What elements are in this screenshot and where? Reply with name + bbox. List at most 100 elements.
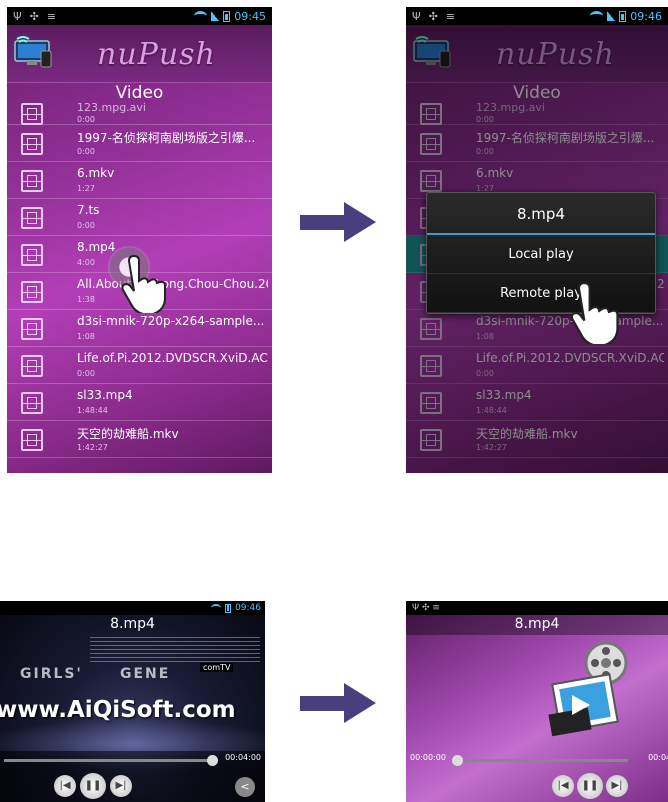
video-stage-text: GENE bbox=[120, 666, 171, 682]
wifi-icon bbox=[194, 11, 208, 21]
status-bar: 09:46 bbox=[0, 601, 265, 615]
film-icon bbox=[21, 392, 43, 414]
player-controls: |◀ ❚❚ ▶| bbox=[406, 769, 668, 802]
video-name: 7.ts bbox=[77, 203, 100, 217]
status-time: 09:46 bbox=[235, 603, 261, 613]
local-play-option[interactable]: Local play bbox=[427, 235, 655, 274]
status-time: 09:45 bbox=[234, 9, 266, 23]
video-name: 1997-名侦探柯南剧场版之引爆... bbox=[77, 131, 256, 145]
video-name: sl33.mp4 bbox=[77, 388, 133, 402]
status-icons-left: Ψ ✣ ≡ bbox=[412, 603, 440, 613]
battery-icon bbox=[223, 10, 231, 22]
film-icon bbox=[21, 133, 43, 155]
screen-remote-player: Ψ ✣ ≡ 8.mp4 00:00:00 00:04:00 |◀ ❚❚ ▶| bbox=[406, 601, 668, 802]
video-duration: 0:00 bbox=[77, 221, 95, 230]
film-icon bbox=[21, 244, 43, 266]
film-icon bbox=[21, 429, 43, 451]
film-icon bbox=[21, 318, 43, 340]
list-item[interactable]: sl33.mp4 1:48:44 bbox=[7, 384, 272, 421]
signal-icon bbox=[211, 11, 220, 21]
app-logo-text: nuPush bbox=[97, 37, 216, 72]
notification-icon: ≡ bbox=[46, 9, 57, 23]
film-icon bbox=[21, 207, 43, 229]
share-icon[interactable]: < bbox=[235, 777, 255, 797]
status-icons-left: Ψ ✣ ≡ bbox=[412, 10, 455, 23]
list-item[interactable]: 7.ts 0:00 bbox=[7, 199, 272, 236]
video-duration: 0:00 bbox=[77, 115, 95, 124]
video-stage-text: GIRLS' bbox=[20, 666, 83, 682]
usb-icon: Ψ bbox=[13, 9, 22, 23]
seek-track[interactable] bbox=[452, 759, 628, 762]
seek-knob[interactable] bbox=[452, 755, 463, 766]
video-name: All.About.Ah-Long.Chou-Chou.2001... bbox=[77, 277, 268, 291]
video-duration: 1:38 bbox=[77, 295, 95, 304]
video-name: 8.mp4 bbox=[77, 240, 116, 254]
notification-icon: ≡ bbox=[445, 9, 456, 23]
status-bar: Ψ ✣ ≡ bbox=[406, 601, 668, 615]
signal-icon bbox=[607, 11, 616, 21]
android-icon: ✣ bbox=[29, 9, 39, 23]
list-item[interactable]: 天空的劫难船.mkv 1:42:27 bbox=[7, 421, 272, 458]
skip-next-icon[interactable]: ▶| bbox=[606, 775, 628, 797]
film-icon bbox=[21, 103, 43, 125]
video-name: 123.mpg.avi bbox=[77, 101, 146, 114]
list-item[interactable]: Life.of.Pi.2012.DVDSCR.XviD.AC... 0:00 bbox=[7, 347, 272, 384]
battery-icon bbox=[619, 10, 627, 22]
video-duration: 0:00 bbox=[77, 369, 95, 378]
skip-previous-icon[interactable]: |◀ bbox=[552, 775, 574, 797]
wifi-icon bbox=[211, 604, 222, 612]
seek-bar[interactable]: 00:00:00 00:04:00 bbox=[406, 751, 668, 769]
video-duration: 1:48:44 bbox=[77, 406, 108, 415]
video-name: 天空的劫难船.mkv bbox=[77, 427, 179, 441]
skip-previous-icon[interactable]: |◀ bbox=[54, 775, 76, 797]
arrow-right-icon bbox=[300, 202, 376, 242]
seek-knob[interactable] bbox=[207, 755, 218, 766]
status-icons-right: 09:45 bbox=[194, 10, 266, 23]
list-item[interactable]: 1997-名侦探柯南剧场版之引爆... 0:00 bbox=[7, 125, 272, 162]
video-name: 6.mkv bbox=[77, 166, 115, 180]
pause-icon[interactable]: ❚❚ bbox=[577, 773, 603, 799]
composite-tutorial: Ψ ✣ ≡ 09:45 nuPush Video 123.mpg.avi 0:00 19… bbox=[0, 0, 668, 802]
status-bar: Ψ ✣ ≡ 09:45 bbox=[7, 7, 272, 25]
list-item[interactable]: d3si-mnik-720p-x264-sample... 1:08 bbox=[7, 310, 272, 347]
screen-local-player: GIRLS' GENE comTV 09:46 8.mp4 www.AiQiSo… bbox=[0, 601, 265, 802]
wifi-icon bbox=[590, 11, 604, 21]
video-duration: 4:00 bbox=[77, 258, 95, 267]
video-duration: 1:27 bbox=[77, 184, 95, 193]
watermark-text: www.AiQiSoft.com bbox=[0, 697, 236, 723]
film-icon bbox=[21, 281, 43, 303]
hand-pointer-icon bbox=[570, 282, 619, 344]
video-name: Life.of.Pi.2012.DVDSCR.XviD.AC... bbox=[77, 351, 268, 365]
channel-badge: comTV bbox=[200, 663, 234, 672]
hand-pointer-icon bbox=[121, 255, 166, 313]
video-caption-text bbox=[90, 637, 260, 665]
usb-icon: Ψ bbox=[412, 9, 421, 23]
list-item[interactable]: 123.mpg.avi 0:00 bbox=[7, 101, 272, 125]
end-time: 00:04:00 bbox=[648, 753, 668, 762]
screen-video-list: Ψ ✣ ≡ 09:45 nuPush Video 123.mpg.avi 0:00 19… bbox=[7, 7, 272, 473]
video-duration: 1:08 bbox=[77, 332, 95, 341]
dialog-title: 8.mp4 bbox=[427, 193, 655, 235]
video-name: d3si-mnik-720p-x264-sample... bbox=[77, 314, 265, 328]
video-duration: 0:00 bbox=[77, 147, 95, 156]
film-icon bbox=[21, 170, 43, 192]
status-time: 09:46 bbox=[630, 9, 662, 23]
seek-bar[interactable]: 00:04:00 bbox=[0, 751, 265, 769]
list-item[interactable]: 6.mkv 1:27 bbox=[7, 162, 272, 199]
skip-next-icon[interactable]: ▶| bbox=[110, 775, 132, 797]
cast-screen-icon[interactable] bbox=[13, 35, 53, 69]
seek-track[interactable] bbox=[4, 759, 211, 762]
player-controls: |◀ ❚❚ ▶| < bbox=[0, 769, 265, 802]
pause-icon[interactable]: ❚❚ bbox=[80, 773, 106, 799]
end-time: 00:04:00 bbox=[225, 753, 261, 762]
film-icon bbox=[21, 355, 43, 377]
video-title: 8.mp4 bbox=[514, 616, 560, 632]
arrow-right-icon bbox=[300, 683, 376, 723]
android-icon: ✣ bbox=[428, 9, 438, 23]
video-media-icon bbox=[548, 641, 628, 737]
app-header: nuPush bbox=[7, 25, 272, 83]
battery-icon bbox=[225, 603, 232, 613]
status-bar: Ψ ✣ ≡ 09:46 bbox=[406, 7, 668, 25]
start-time: 00:00:00 bbox=[410, 753, 446, 762]
video-title: 8.mp4 bbox=[110, 616, 155, 632]
